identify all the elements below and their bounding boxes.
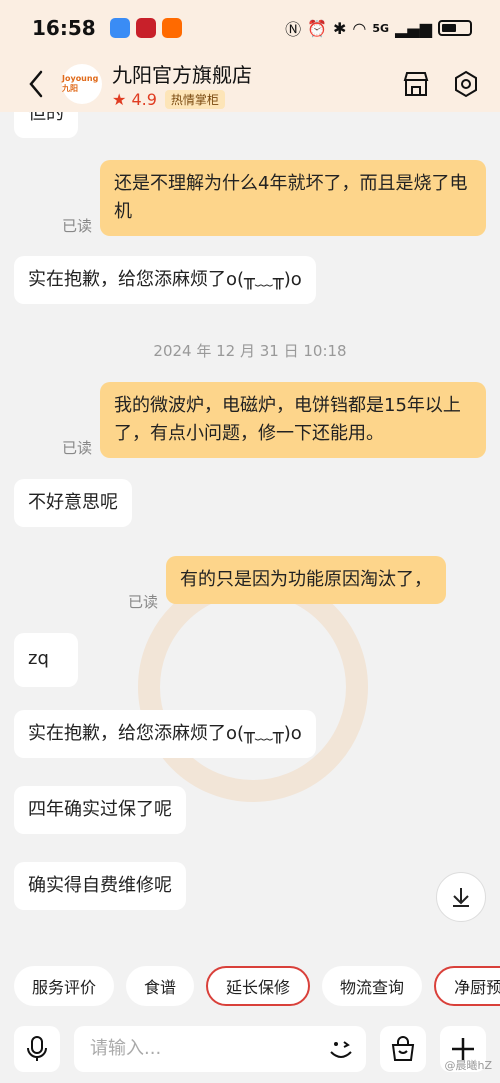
shop-logo[interactable]: Joyoung九阳: [62, 64, 102, 104]
store-button[interactable]: [400, 68, 432, 100]
shop-name: 九阳官方旗舰店: [112, 63, 252, 87]
message-buyer: 我的微波炉，电磁炉，电饼铛都是15年以上了，有点小问题，修一下还能用。: [100, 382, 486, 458]
app-notification-icon: [135, 18, 156, 38]
input-bar: @晨曦hZ: [0, 1014, 500, 1083]
quick-reply-service-rating[interactable]: 服务评价: [14, 966, 115, 1006]
message-buyer: 有的只是因为功能原因淘汰了，: [166, 556, 446, 604]
network-type: 5G: [372, 21, 390, 35]
watermark-text: @晨曦hZ: [444, 1059, 492, 1072]
message-buyer: 还是不理解为什么4年就坏了，而且是烧了电机: [100, 160, 486, 236]
read-receipt: 已读: [62, 439, 93, 457]
message-seller: 但的: [14, 112, 78, 138]
nfc-icon: Ⓝ: [285, 20, 302, 39]
back-arrow-icon: [29, 70, 43, 98]
wifi-icon: ◠: [352, 18, 367, 38]
notification-app-icons: [109, 18, 182, 38]
message-seller: zq: [14, 633, 78, 687]
shop-rating: ★ 4.9: [112, 90, 157, 109]
emoji-icon[interactable]: [326, 1034, 356, 1064]
shop-logo-text: Joyoung九阳: [62, 74, 99, 93]
battery-level: [442, 24, 456, 32]
message-seller: 不好意思呢: [14, 479, 132, 527]
back-button[interactable]: [14, 62, 58, 106]
quick-reply-bar: 服务评价 食谱 延长保修 物流查询 净厨预约: [0, 958, 500, 1014]
read-receipt: 已读: [62, 217, 93, 235]
read-receipt: 已读: [128, 593, 159, 611]
battery-icon: [438, 20, 472, 36]
settings-icon: [455, 70, 477, 98]
message-timestamp: 2024 年 12 月 31 日 10:18: [153, 342, 347, 360]
app-notification-icon: [109, 18, 130, 38]
rating-value: 4.9: [131, 90, 157, 109]
app-notification-icon: [161, 18, 182, 38]
quick-reply-logistics[interactable]: 物流查询: [322, 966, 423, 1006]
quick-reply-recipes[interactable]: 食谱: [126, 966, 195, 1006]
message-seller: 实在抱歉，给您添麻烦了o(╥﹏╥)o: [14, 710, 316, 758]
store-icon: [403, 72, 429, 96]
alarm-icon: ⏰: [307, 18, 328, 38]
status-time: 16:58: [32, 16, 96, 40]
settings-button[interactable]: [450, 68, 482, 100]
scroll-to-bottom-button[interactable]: [436, 872, 486, 922]
signal-icon: ▂▄▆: [395, 18, 432, 38]
message-seller: 确实得自费维修呢: [14, 862, 186, 910]
shop-info[interactable]: 九阳官方旗舰店 ★ 4.9 热情掌柜: [112, 59, 252, 109]
quick-reply-extended-warranty[interactable]: 延长保修: [206, 966, 311, 1006]
status-bar: 16:58 Ⓝ ⏰ ✱ ◠ 5G ▂▄▆: [0, 0, 500, 56]
message-list[interactable]: 但的 还是不理解为什么4年就坏了，而且是烧了电机 已读 实在抱歉，给您添麻烦了o…: [0, 112, 500, 952]
quick-reply-kitchen-booking[interactable]: 净厨预约: [434, 966, 500, 1006]
background-watermark-logo: [138, 572, 368, 802]
chat-header: Joyoung九阳 九阳官方旗舰店 ★ 4.9 热情掌柜: [0, 56, 500, 112]
shopping-bag-icon: [391, 1035, 415, 1061]
message-input[interactable]: [74, 1025, 366, 1072]
message-seller: 实在抱歉，给您添麻烦了o(╥﹏╥)o: [14, 256, 316, 304]
message-seller: 四年确实过保了呢: [14, 786, 186, 834]
arrow-down-icon: [453, 888, 469, 907]
shop-badge: 热情掌柜: [164, 90, 225, 109]
product-button[interactable]: [380, 1025, 426, 1072]
voice-button[interactable]: [14, 1025, 60, 1072]
microphone-icon: [27, 1035, 47, 1061]
bluetooth-icon: ✱: [333, 18, 347, 38]
status-indicators: Ⓝ ⏰ ✱ ◠ 5G ▂▄▆: [285, 16, 472, 40]
